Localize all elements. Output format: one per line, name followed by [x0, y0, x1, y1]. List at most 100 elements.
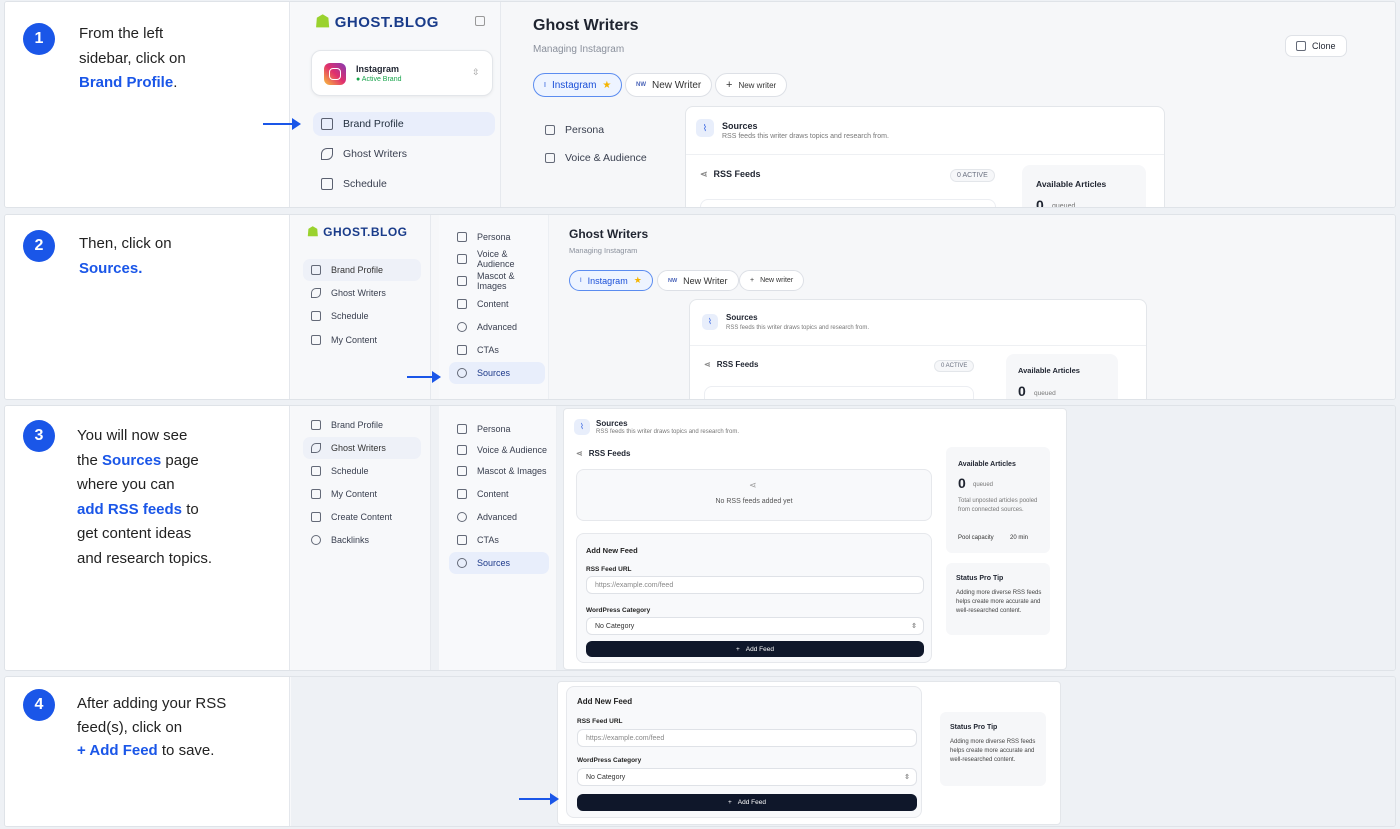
link-icon — [311, 535, 321, 545]
new-writer-button[interactable]: + New writer — [739, 270, 805, 291]
edit-icon — [311, 512, 321, 522]
feather-icon — [311, 443, 321, 453]
new-writer-button[interactable]: + New writer — [715, 73, 788, 97]
subnav-advanced[interactable]: Advanced — [449, 316, 545, 338]
sources-card: ⌇ Sources RSS feeds this writer draws to… — [685, 106, 1165, 207]
sidebar-item-brand-profile[interactable]: Brand Profile — [303, 414, 421, 436]
chat-icon — [545, 153, 555, 163]
document-icon — [311, 335, 321, 345]
subnav-mascot[interactable]: Mascot & Images — [449, 270, 545, 292]
category-select[interactable]: No Category ⇳ — [577, 768, 917, 786]
sidebar-item-backlinks[interactable]: Backlinks — [303, 529, 421, 551]
step-3-text: You will now see the Sources page where … — [77, 427, 213, 567]
feather-icon — [311, 288, 321, 298]
subnav-ctas[interactable]: CTAs — [449, 529, 549, 551]
pointer-arrow — [519, 793, 559, 805]
sidebar-item-my-content[interactable]: My Content — [303, 329, 421, 351]
sidebar-item-schedule[interactable]: Schedule — [303, 305, 421, 327]
ghost-icon: ☗ — [315, 12, 331, 31]
writer-tab-new-writer[interactable]: NW New Writer — [625, 73, 713, 97]
briefcase-icon — [311, 420, 321, 430]
rss-url-input[interactable]: https://example.com/feed — [586, 576, 924, 594]
brand-switcher[interactable]: Instagram ● Active Brand ⇳ — [311, 50, 493, 96]
step-1-panel: 1 From the left sidebar, click on Brand … — [4, 1, 1396, 208]
sources-page: ⌇ Sources RSS feeds this writer draws to… — [563, 408, 1067, 670]
subnav-voice[interactable]: Voice & Audience — [449, 439, 549, 461]
subnav-advanced[interactable]: Advanced — [449, 506, 549, 528]
megaphone-icon — [457, 345, 467, 355]
plus-icon: + — [728, 799, 732, 806]
edit-icon — [545, 125, 555, 135]
step-2-panel: 2 Then, click on Sources. ☗ GHOST.BLOG Br… — [4, 214, 1396, 400]
add-feed-button[interactable]: + Add Feed — [577, 794, 917, 811]
add-feed-button[interactable]: + Add Feed — [586, 641, 924, 657]
sources-title: Sources — [722, 121, 758, 131]
sidebar-item-ghost-writers[interactable]: Ghost Writers — [303, 282, 421, 304]
image-icon — [457, 466, 467, 476]
logo[interactable]: ☗ GHOST.BLOG — [315, 12, 439, 32]
subnav-voice[interactable]: Voice & Audience — [537, 146, 657, 170]
subnav-sources[interactable]: Sources — [449, 362, 545, 384]
logo[interactable]: ☗ GHOST.BLOG — [307, 224, 408, 240]
chevron-updown-icon: ⇳ — [904, 774, 910, 781]
sidebar-item-schedule[interactable]: Schedule — [303, 460, 421, 482]
sidebar-item-schedule[interactable]: Schedule — [313, 172, 495, 196]
subnav-mascot[interactable]: Mascot & Images — [449, 460, 549, 482]
star-icon: ★ — [602, 79, 612, 91]
image-icon — [457, 276, 467, 286]
rss-feeds-header: ⋖ RSS Feeds — [704, 360, 759, 369]
sidebar-item-create-content[interactable]: Create Content — [303, 506, 421, 528]
app-screenshot-2: ☗ GHOST.BLOG Brand Profile Ghost Writers … — [291, 215, 1395, 399]
subnav-persona[interactable]: Persona — [449, 226, 545, 248]
brand-status: ● Active Brand — [356, 76, 402, 83]
category-select[interactable]: No Category ⇳ — [586, 617, 924, 635]
active-count-badge: 0 ACTIVE — [950, 169, 995, 182]
briefcase-icon — [321, 118, 333, 130]
sidebar-item-ghost-writers[interactable]: Ghost Writers — [303, 437, 421, 459]
writer-tab-instagram[interactable]: I Instagram ★ — [569, 270, 653, 291]
step-3-guide: 3 You will now see the Sources page wher… — [5, 406, 290, 670]
settings-icon — [457, 322, 467, 332]
subnav-content[interactable]: Content — [449, 293, 545, 315]
step-1-guide: 1 From the left sidebar, click on Brand … — [5, 2, 290, 207]
clone-button[interactable]: Clone — [1285, 35, 1347, 57]
sidebar-item-ghost-writers[interactable]: Ghost Writers — [313, 142, 495, 166]
writer-tab-new-writer[interactable]: NW New Writer — [657, 270, 739, 291]
subnav-persona[interactable]: Persona — [449, 418, 549, 440]
sidebar-toggle-icon[interactable] — [475, 16, 485, 26]
empty-feeds-box: ⋖ No RSS feeds added yet — [576, 469, 932, 521]
subnav-voice[interactable]: Voice & Audience — [449, 248, 545, 270]
step-4-panel: 4 After adding your RSS feed(s), click o… — [4, 676, 1396, 827]
page-title: Ghost Writers — [569, 227, 649, 241]
sidebar-item-my-content[interactable]: My Content — [303, 483, 421, 505]
page-title: Ghost Writers — [533, 17, 639, 34]
sources-card: ⌇ Sources RSS feeds this writer draws to… — [689, 299, 1147, 399]
pro-tip-card: Status Pro Tip Adding more diverse RSS f… — [946, 563, 1050, 635]
share-icon: ⋖ — [700, 169, 708, 179]
add-feed-form: Add New Feed RSS Feed URL https://exampl… — [576, 533, 932, 663]
rss-url-input[interactable]: https://example.com/feed — [577, 729, 917, 747]
calendar-icon — [311, 466, 321, 476]
instagram-icon — [324, 63, 346, 85]
subnav-ctas[interactable]: CTAs — [449, 339, 545, 361]
rss-icon: ⌇ — [574, 419, 590, 435]
share-icon — [457, 368, 467, 378]
writer-subnav: Persona Voice & Audience Mascot & Images… — [439, 215, 549, 399]
sidebar: ☗ GHOST.BLOG Instagram ● Active Brand ⇳ B… — [291, 2, 501, 207]
subnav-persona[interactable]: Persona — [537, 118, 657, 142]
rss-icon: ⌇ — [696, 119, 714, 137]
sidebar-item-brand-profile[interactable]: Brand Profile — [313, 112, 495, 136]
rss-feeds-header: ⋖ RSS Feeds — [700, 169, 761, 179]
subnav-sources[interactable]: Sources — [449, 552, 549, 574]
feather-icon — [321, 148, 333, 160]
rss-icon: ⌇ — [702, 314, 718, 330]
copy-icon — [1296, 41, 1306, 51]
step-4-guide: 4 After adding your RSS feed(s), click o… — [5, 677, 290, 826]
brand-name: Instagram — [356, 64, 400, 74]
share-icon: ⋖ — [704, 360, 711, 369]
writer-tab-instagram[interactable]: I Instagram ★ — [533, 73, 623, 97]
pro-tip-card: Status Pro Tip Adding more diverse RSS f… — [940, 712, 1046, 786]
subnav-content[interactable]: Content — [449, 483, 549, 505]
sidebar-item-brand-profile[interactable]: Brand Profile — [303, 259, 421, 281]
plus-icon: + — [726, 79, 733, 91]
